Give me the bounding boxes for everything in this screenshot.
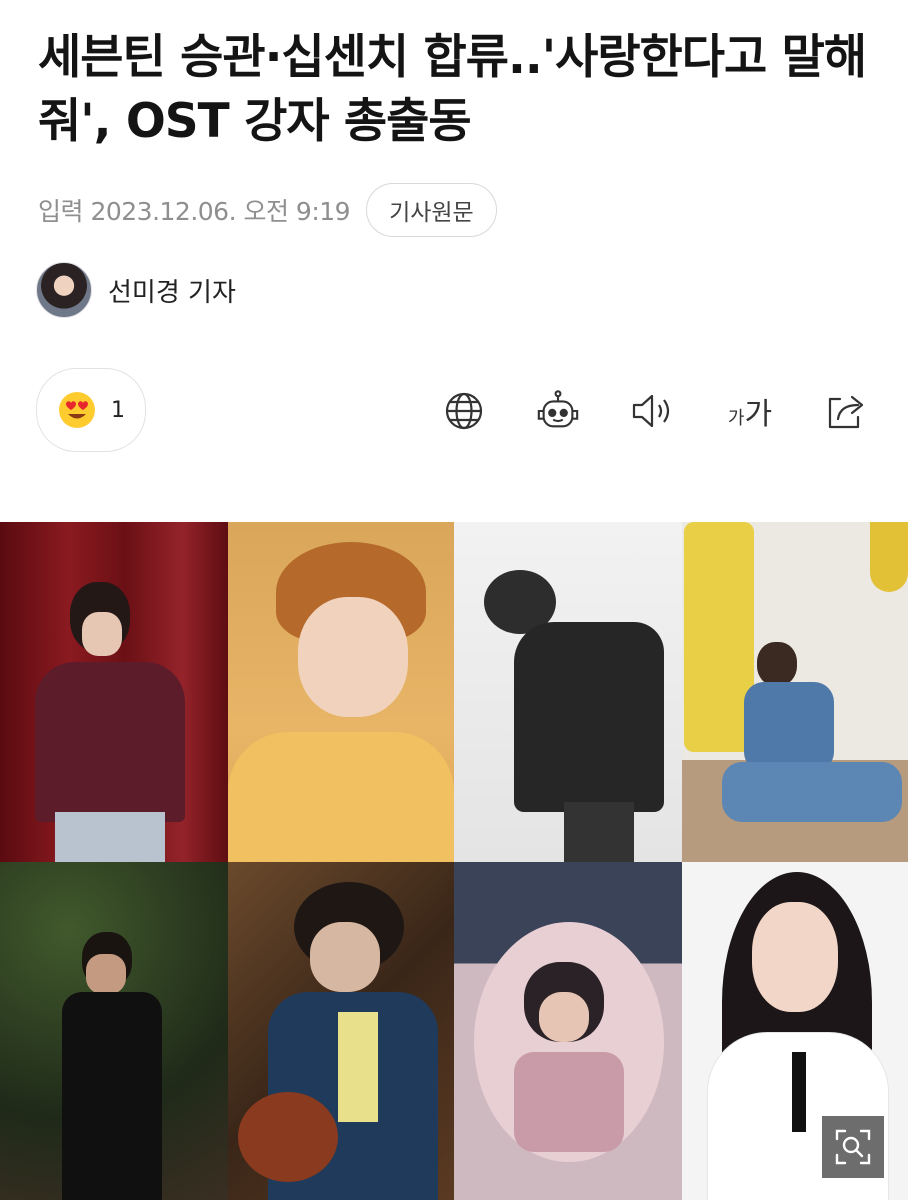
article-title: 세븐틴 승관·십센치 합류..'사랑한다고 말해줘', OST 강자 총출동	[38, 30, 867, 149]
magnifier-icon	[835, 1129, 871, 1165]
photo-panel-black-white	[454, 522, 682, 862]
share-button[interactable]	[823, 388, 869, 434]
photo-panel-pink-blanket	[454, 862, 682, 1200]
speaker-icon	[632, 394, 670, 428]
reporter-name[interactable]: 선미경 기자	[108, 272, 236, 309]
font-size-button[interactable]: 가가	[722, 388, 778, 434]
globe-icon	[445, 392, 483, 430]
article-toolbar: 1 가가	[0, 368, 908, 454]
robot-icon	[537, 390, 579, 428]
share-icon	[828, 395, 864, 429]
article-meta: 입력 2023.12.06. 오전 9:19 기사원문	[38, 183, 497, 237]
font-large-glyph: 가	[744, 397, 773, 432]
summary-bot-button[interactable]	[535, 388, 581, 434]
reaction-button[interactable]: 1	[36, 368, 146, 452]
read-aloud-button[interactable]	[630, 388, 676, 434]
publish-date: 입력 2023.12.06. 오전 9:19	[38, 197, 351, 226]
article-photo[interactable]	[0, 522, 908, 1200]
photo-panel-guitar	[228, 862, 454, 1200]
zoom-button[interactable]	[822, 1116, 884, 1178]
reporter-info[interactable]: 선미경 기자	[36, 262, 236, 318]
original-article-button[interactable]: 기사원문	[366, 183, 497, 237]
translate-button[interactable]	[441, 388, 487, 434]
reaction-count: 1	[111, 397, 125, 423]
photo-panel-ivy-wall	[0, 862, 228, 1200]
font-size-icon: 가가	[728, 389, 772, 433]
avatar[interactable]	[36, 262, 92, 318]
photo-panel-red-curtain	[0, 522, 228, 862]
font-small-glyph: 가	[727, 408, 745, 429]
heart-eyes-emoji-icon	[59, 392, 95, 428]
photo-panel-yellow-fridge	[682, 522, 908, 862]
photo-panel-yellow-knit	[228, 522, 454, 862]
